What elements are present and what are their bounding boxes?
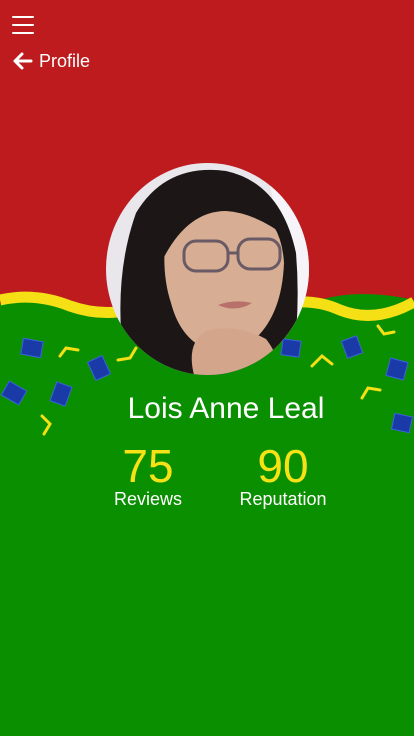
reviews-label: Reviews [113, 489, 183, 509]
page-title: Profile [39, 50, 91, 71]
profile-name: Lois Anne Leal [127, 392, 325, 425]
reputation-count: 90 [257, 440, 309, 492]
menu-icon[interactable] [12, 16, 34, 34]
stat-reviews: 75 Reviews [108, 443, 188, 509]
avatar-image [106, 163, 309, 375]
stat-reputation: 90 Reputation [230, 443, 336, 509]
reviews-count: 75 [122, 440, 174, 492]
avatar[interactable] [106, 163, 309, 375]
top-bar: Profile [10, 48, 90, 74]
arrow-left-icon[interactable] [10, 49, 34, 73]
reputation-label: Reputation [239, 489, 327, 509]
